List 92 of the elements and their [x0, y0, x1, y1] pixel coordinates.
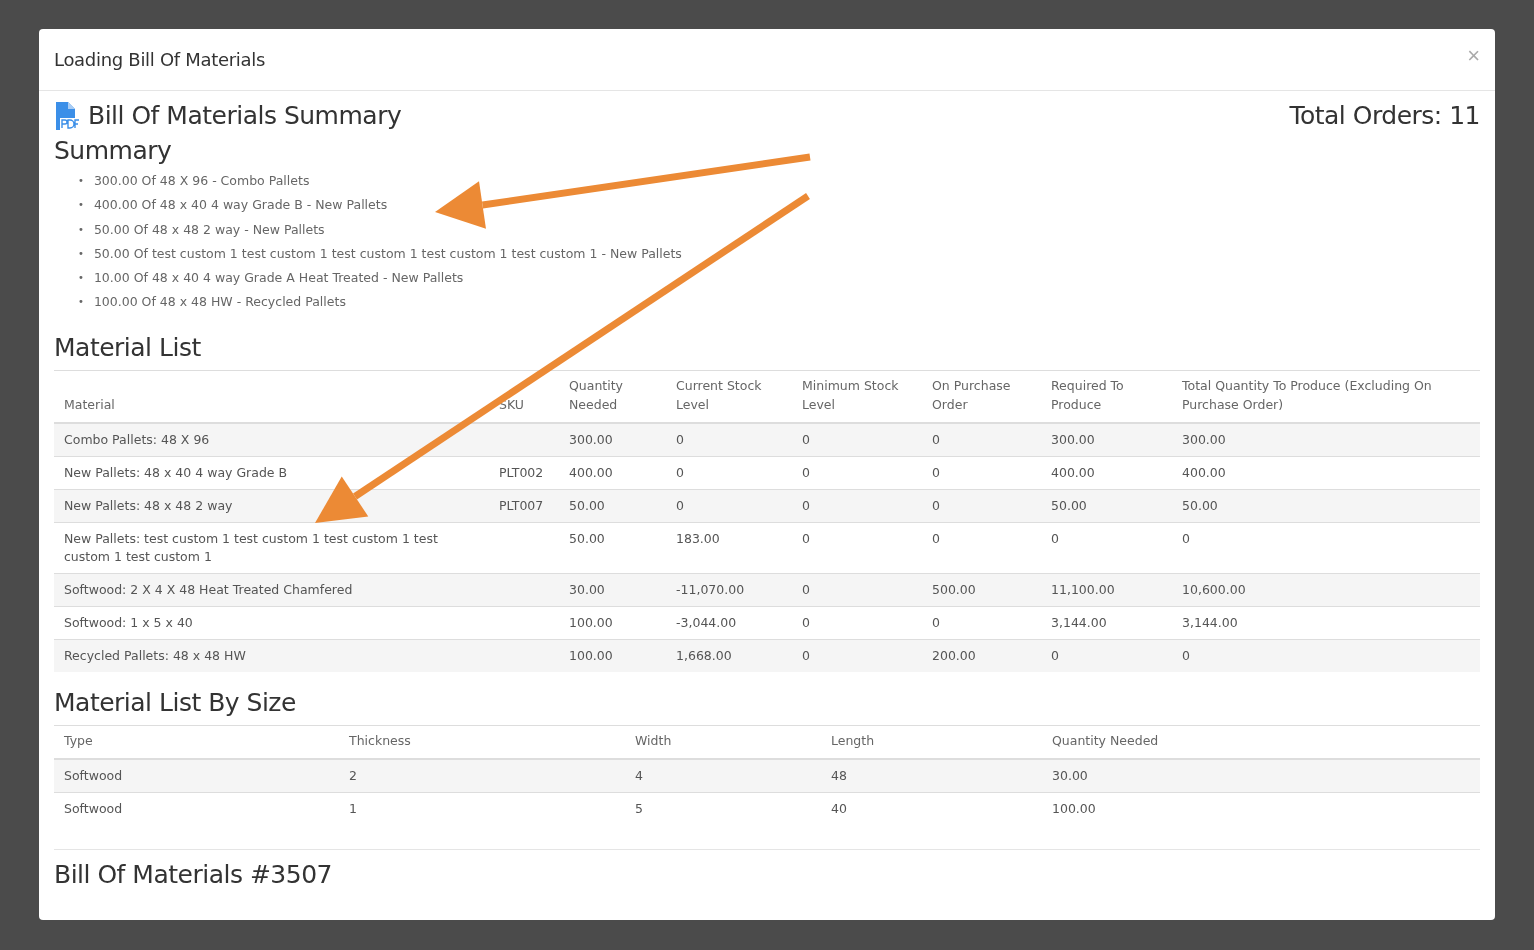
column-header: Thickness: [339, 725, 625, 759]
table-cell: 30.00: [1042, 758, 1480, 793]
bullet-marker: •: [78, 198, 84, 213]
table-cell: 200.00: [922, 639, 1041, 672]
table-cell: 0: [792, 639, 922, 672]
table-cell: 400.00: [559, 456, 666, 490]
table-cell: 3,144.00: [1041, 606, 1172, 640]
table-cell: 0: [1041, 639, 1172, 672]
bullet-marker: •: [78, 174, 84, 188]
table-cell: Softwood: [54, 792, 339, 825]
table-cell: 50.00: [559, 522, 666, 574]
modal-title: Loading Bill Of Materials: [54, 49, 266, 70]
column-header: Length: [821, 725, 1042, 759]
close-button[interactable]: ×: [1467, 44, 1480, 67]
table-cell: 300.00: [559, 422, 666, 457]
column-header: Current Stock Level: [666, 370, 792, 423]
table-cell: 0: [792, 456, 922, 490]
bullet-marker: •: [78, 222, 84, 237]
table-cell: 0: [666, 422, 792, 457]
table-cell: PLT007: [489, 489, 559, 523]
table-cell: 40: [821, 792, 1042, 825]
section-heading: Bill Of Materials #3507: [54, 859, 333, 889]
table-cell: 0: [792, 606, 922, 640]
table-cell: New Pallets: test custom 1 test custom 1 test custom 1 test custom 1 test custom 1: [54, 522, 489, 574]
table-cell: 4: [625, 758, 821, 793]
table-cell: 0: [792, 422, 922, 457]
column-header: Width: [625, 725, 821, 759]
table-cell: 0: [922, 456, 1041, 490]
summary-item: 10.00 Of 48 x 40 4 way Grade A Heat Treated - New Pallets: [93, 269, 464, 288]
column-header: Total Quantity To Produce (Excluding On Purchase Order): [1172, 370, 1480, 423]
table-cell: 3,144.00: [1172, 606, 1480, 640]
section-heading: Summary: [54, 136, 173, 165]
table-cell: 50.00: [559, 489, 666, 523]
table-cell: -11,070.00: [666, 573, 792, 607]
summary-item: 300.00 Of 48 X 96 - Combo Pallets: [93, 172, 310, 190]
column-header: Material: [54, 370, 489, 423]
table-cell: 0: [922, 422, 1041, 457]
table-cell: 400.00: [1041, 456, 1172, 490]
table-cell: 1: [339, 792, 625, 825]
bullet-marker: •: [78, 295, 84, 310]
table-cell: 400.00: [1172, 456, 1480, 490]
column-header: On Purchase Order: [922, 370, 1041, 423]
table-cell: 300.00: [1172, 422, 1480, 457]
section-heading: Material List: [54, 332, 202, 362]
bullet-marker: •: [78, 271, 84, 286]
table-cell: 50.00: [1041, 489, 1172, 523]
table-cell: Softwood: 2 X 4 X 48 Heat Treated Chamfered: [54, 573, 489, 607]
table-cell: 11,100.00: [1041, 573, 1172, 607]
table-cell: Softwood: [54, 758, 339, 793]
table-cell: Softwood: 1 x 5 x 40: [54, 606, 489, 640]
column-header: Type: [54, 725, 339, 759]
summary-item: 50.00 Of 48 x 48 2 way - New Pallets: [93, 220, 325, 239]
table-cell: 10,600.00: [1172, 573, 1480, 607]
table-cell: 0: [1172, 639, 1480, 672]
table-cell: 0: [922, 522, 1041, 574]
bullet-marker: •: [78, 246, 84, 261]
table-cell: 2: [339, 758, 625, 793]
table-cell: 100.00: [559, 639, 666, 672]
table-cell: 100.00: [1042, 792, 1480, 825]
table-cell: PLT002: [489, 456, 559, 490]
table-cell: 0: [666, 456, 792, 490]
table-cell: 0: [922, 489, 1041, 523]
pdf-file-icon[interactable]: [54, 101, 80, 130]
table-cell: Recycled Pallets: 48 x 48 HW: [54, 639, 489, 672]
table-cell: 0: [1041, 522, 1172, 574]
table-cell: 48: [821, 758, 1042, 793]
column-header: Minimum Stock Level: [792, 370, 922, 423]
summary-item: 50.00 Of test custom 1 test custom 1 test custom 1 test custom 1 test custom 1 - New Pallets: [93, 244, 682, 263]
summary-item: 400.00 Of 48 x 40 4 way Grade B - New Pallets: [93, 196, 388, 215]
column-header: Quantity Needed: [559, 370, 666, 423]
table-cell: 0: [792, 573, 922, 607]
total-orders: Total Orders: 11: [1289, 101, 1480, 130]
table-cell: 300.00: [1041, 422, 1172, 457]
column-header: Required To Produce: [1041, 370, 1172, 423]
section-heading: Material List By Size: [54, 687, 297, 717]
table-cell: 100.00: [559, 606, 666, 640]
table-cell: 50.00: [1172, 489, 1480, 523]
table-cell: 0: [666, 489, 792, 523]
table-cell: 5: [625, 792, 821, 825]
table-cell: 0: [792, 489, 922, 523]
report-title: Bill Of Materials Summary: [88, 101, 402, 130]
table-cell: Combo Pallets: 48 X 96: [54, 422, 489, 457]
table-cell: 0: [792, 522, 922, 574]
table-cell: 0: [1172, 522, 1480, 574]
table-cell: 500.00: [922, 573, 1041, 607]
table-cell: -3,044.00: [666, 606, 792, 640]
table-cell: 0: [922, 606, 1041, 640]
table-cell: 1,668.00: [666, 639, 792, 672]
column-header: Quantity Needed: [1042, 725, 1480, 759]
table-cell: 183.00: [666, 522, 792, 574]
table-cell: 30.00: [559, 573, 666, 607]
summary-item: 100.00 Of 48 x 48 HW - Recycled Pallets: [93, 293, 346, 312]
